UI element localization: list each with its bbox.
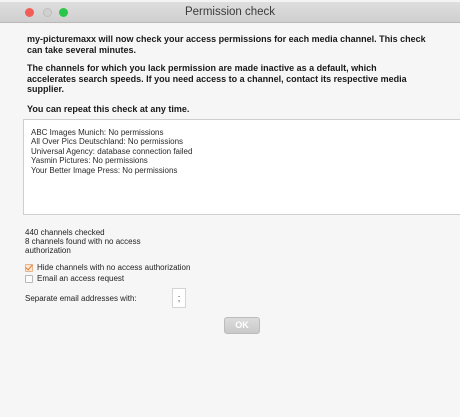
hide-channels-option[interactable]: Hide channels with no access authorizati… [25, 263, 190, 272]
ok-button[interactable]: OK [224, 317, 260, 334]
separator-label: Separate email addresses with: [25, 294, 137, 303]
hide-channels-label: Hide channels with no access authorizati… [37, 263, 191, 272]
channels-checked-text: 440 channels checked [25, 228, 105, 237]
result-line: ABC Images Munich: No permissions [31, 128, 164, 137]
results-list-box[interactable]: ABC Images Munich: No permissions All Ov… [23, 119, 460, 215]
permission-check-window: Permission check my-picturemaxx will now… [0, 0, 460, 417]
email-request-checkbox[interactable] [25, 274, 33, 283]
title-bar: Permission check [0, 2, 460, 23]
intro-paragraph-3: You can repeat this check at any time. [27, 104, 190, 114]
no-access-count-text: 8 channels found with no access authoriz… [25, 237, 141, 256]
check-stats: 440 channels checked 8 channels found wi… [25, 228, 185, 256]
email-request-label: Email an access request [37, 274, 125, 283]
result-line: Yasmin Pictures: No permissions [31, 156, 148, 166]
hide-channels-checkbox[interactable] [25, 263, 33, 272]
separator-input[interactable]: ; [172, 288, 186, 308]
window-title: Permission check [184, 6, 276, 18]
result-line: Your Better Image Press: No permissions [31, 165, 178, 175]
result-line: All Over Pics Deutschland: No permission… [31, 137, 184, 147]
result-line: Universal Agency: database connection fa… [31, 146, 193, 156]
intro-paragraph-2: The channels for which you lack permissi… [27, 63, 407, 94]
email-request-option[interactable]: Email an access request [25, 274, 124, 283]
intro-paragraph-1: my-picturemaxx will now check your acces… [27, 34, 426, 55]
dialog-content: my-picturemaxx will now check your acces… [0, 24, 460, 417]
